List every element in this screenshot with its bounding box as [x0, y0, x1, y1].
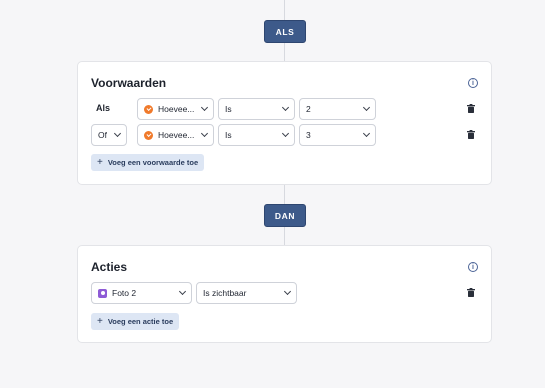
if-step-label: ALS [264, 20, 306, 43]
image-icon [98, 288, 107, 298]
number-field-icon [144, 130, 153, 140]
chevron-down-icon [362, 103, 371, 112]
trash-icon[interactable] [467, 130, 475, 139]
chevron-down-icon [178, 287, 187, 296]
condition-row: Of Hoevee... Is 3 [78, 124, 491, 146]
plus-icon: + [97, 315, 103, 327]
flow-connector-top [284, 0, 285, 20]
condition-connector-select[interactable]: Of [91, 124, 127, 146]
add-action-button[interactable]: + Voeg een actie toe [91, 313, 180, 330]
trash-icon[interactable] [467, 288, 475, 297]
condition-value-select[interactable]: 2 [299, 98, 376, 120]
action-target-value: Foto 2 [112, 288, 137, 298]
plus-icon: + [97, 156, 103, 168]
condition-operator-select[interactable]: Is [218, 98, 295, 120]
add-action-label: Voeg een actie toe [107, 317, 174, 326]
chevron-down-icon [283, 287, 292, 296]
chevron-down-icon [113, 129, 122, 138]
conditions-card: Voorwaarden i Als Hoevee... Is 2 Of Hoev… [77, 61, 492, 185]
trash-icon[interactable] [467, 104, 475, 113]
condition-field-select[interactable]: Hoevee... [137, 98, 214, 120]
info-icon[interactable]: i [468, 262, 478, 272]
chevron-down-icon [281, 103, 290, 112]
condition-field-select[interactable]: Hoevee... [137, 124, 214, 146]
condition-value: 2 [306, 104, 311, 114]
condition-connector-label: Als [96, 103, 111, 113]
chevron-down-icon [200, 103, 209, 112]
chevron-down-icon [200, 129, 209, 138]
flow-connector-als [284, 43, 285, 61]
condition-value-select[interactable]: 3 [299, 124, 376, 146]
condition-field-value: Hoevee... [158, 104, 195, 114]
add-condition-button[interactable]: + Voeg een voorwaarde toe [91, 154, 205, 171]
chevron-down-icon [281, 129, 290, 138]
flow-connector-dan [284, 227, 285, 245]
condition-operator-select[interactable]: Is [218, 124, 295, 146]
action-target-select[interactable]: Foto 2 [91, 282, 192, 304]
info-icon[interactable]: i [468, 78, 478, 88]
conditions-title: Voorwaarden [91, 76, 167, 90]
chevron-down-icon [362, 129, 371, 138]
then-step-label: DAN [264, 204, 306, 227]
action-type-value: Is zichtbaar [203, 288, 247, 298]
condition-value: 3 [306, 130, 311, 140]
number-field-icon [144, 104, 153, 114]
actions-card: Acties i Foto 2 Is zichtbaar + Voeg een … [77, 245, 492, 343]
actions-title: Acties [91, 260, 128, 274]
condition-row: Als Hoevee... Is 2 [78, 98, 491, 120]
condition-connector-value: Of [98, 130, 107, 140]
condition-operator-value: Is [225, 104, 232, 114]
condition-operator-value: Is [225, 130, 232, 140]
flow-connector-mid [284, 185, 285, 204]
action-row: Foto 2 Is zichtbaar [78, 282, 491, 304]
add-condition-label: Voeg een voorwaarde toe [107, 158, 199, 167]
condition-field-value: Hoevee... [158, 130, 195, 140]
action-type-select[interactable]: Is zichtbaar [196, 282, 297, 304]
